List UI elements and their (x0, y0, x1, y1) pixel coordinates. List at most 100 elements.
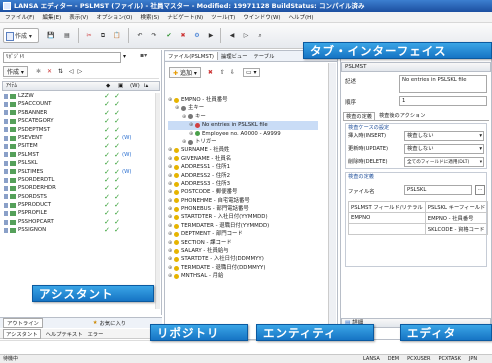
update-select[interactable]: 検査しない ▾ (404, 144, 484, 154)
list-item[interactable]: PSPRODUCT ✓ ✓ (4, 201, 156, 209)
list-item[interactable]: PSLMST ✓ ✓ (W) (4, 151, 156, 159)
list-item[interactable]: PSACCOUNT ✓ ✓ (4, 100, 156, 108)
star-icon[interactable]: ✱ (36, 68, 41, 75)
tree-node[interactable]: ⊕ STARTDTER - 入社日付(YYMMDD) (168, 213, 318, 221)
grid-cell[interactable]: EMPNO - 社員番号 (424, 212, 489, 224)
tree-node[interactable]: ⊕ SURNAME - 社員姓 (168, 146, 318, 154)
expand-icon[interactable] (4, 160, 8, 166)
new-button[interactable]: 作成 ▾ (3, 28, 39, 43)
list-item[interactable]: PSITEM ✓ ✓ (4, 142, 156, 150)
nav-back-icon[interactable]: ◀ (225, 28, 239, 43)
move-down-icon[interactable]: ⇩ (230, 69, 235, 76)
expand-icon[interactable] (4, 219, 8, 225)
redo-icon[interactable]: ↷ (147, 28, 161, 43)
tree-node[interactable]: ⊕ GIVENAME - 社員名 (168, 155, 318, 163)
nav-forward-icon[interactable]: ▷ (239, 28, 253, 43)
tree-node[interactable]: ⊕ PHONEBUS - 部門電話番号 (168, 205, 318, 213)
compile-icon[interactable]: ⚙ (190, 28, 204, 43)
file-name-field[interactable]: PSLSKL (404, 185, 472, 195)
tree-node[interactable]: ⊕ TERMDATE - 退職日付(DDMMYY) (168, 264, 318, 272)
tree-node[interactable]: ⊕ DEPTMENT - 部門コード (168, 230, 318, 238)
vertical-scrollbar[interactable] (155, 93, 160, 309)
list-item[interactable]: PSLTIMES ✓ ✓ (W) (4, 168, 156, 176)
expand-icon[interactable] (4, 110, 8, 116)
forward-icon[interactable]: ▷ (78, 68, 83, 75)
entity-scrollbar[interactable] (328, 63, 336, 339)
repository-new-button[interactable]: 作成 ▾ (3, 66, 28, 77)
insert-select[interactable]: 検査しない ▾ (404, 131, 484, 141)
menu-search[interactable]: 検索(S) (140, 13, 159, 21)
menu-file[interactable]: ファイル(F) (5, 13, 34, 21)
tree-node[interactable]: ⊕ ADDRESS1 - 住所1 (168, 163, 318, 171)
tree-node[interactable]: ⊕ No entries in PSLSKL file (168, 121, 318, 130)
stop-icon[interactable]: ✖ (176, 28, 190, 43)
expand-icon[interactable] (4, 177, 8, 183)
grid-cell[interactable]: PSLSKL キーフィールド (424, 201, 489, 213)
expand-icon[interactable] (4, 227, 8, 233)
save-icon[interactable]: 💾 (44, 28, 58, 43)
editor-tab[interactable]: PSLMST (341, 62, 491, 72)
tree-node[interactable]: ⊕ 主キー (168, 104, 318, 112)
browse-button[interactable]: … (475, 185, 485, 195)
expand-icon[interactable] (4, 102, 8, 108)
tree-node[interactable]: ⊕ トリガー (168, 138, 318, 146)
expand-icon[interactable] (4, 169, 8, 175)
add-button[interactable]: ✚ 追加 ▾ (169, 66, 201, 78)
remove-icon[interactable]: ✖ (208, 69, 213, 76)
expand-icon[interactable] (4, 185, 8, 191)
undo-icon[interactable]: ↶ (133, 28, 147, 43)
tab-table[interactable]: テーブル (251, 52, 278, 60)
list-item[interactable]: PSSHOPCART ✓ ✓ (4, 218, 156, 226)
expand-icon[interactable] (4, 211, 8, 217)
tab-favorites[interactable]: お気に入り (100, 319, 127, 327)
paste-icon[interactable]: 📋 (110, 28, 124, 43)
expand-icon[interactable] (4, 144, 8, 150)
list-item[interactable]: PSORDSTS ✓ ✓ (4, 193, 156, 201)
list-item[interactable]: PSORDERHDR ✓ ✓ (4, 184, 156, 192)
tab-check-definition[interactable]: 検査の定義 (343, 111, 375, 120)
tab-logical-view[interactable]: 論理ビュー (218, 52, 251, 60)
list-item[interactable]: PSEVENT ✓ ✓ (W) (4, 134, 156, 142)
list-item[interactable]: LZZW ✓ ✓ (4, 92, 156, 100)
expand-icon[interactable] (4, 202, 8, 208)
menu-window[interactable]: ウインドウ(W) (243, 13, 280, 21)
grid-cell[interactable]: EMPNO (348, 212, 426, 224)
list-item[interactable]: PSCATEGORY ✓ ✓ (4, 117, 156, 125)
cut-icon[interactable]: ✂ (82, 28, 96, 43)
list-item[interactable]: PSLSKL ✓ ✓ (4, 159, 156, 167)
repository-search-input[interactable]: ﾘﾎﾟｼﾞﾄﾘ (3, 52, 121, 63)
execute-icon[interactable]: ▶ (204, 28, 218, 43)
menu-help[interactable]: ヘルプ(H) (289, 13, 314, 21)
expand-icon[interactable] (4, 118, 8, 124)
tree-node[interactable]: ⊕ TERMDATER - 退職日付(YYMMDD) (168, 222, 318, 230)
move-up-icon[interactable]: ⇧ (220, 69, 225, 76)
tree-node[interactable]: ⊕ ADDRESS2 - 住所2 (168, 172, 318, 180)
list-item[interactable]: PSSIGNON ✓ ✓ (4, 226, 156, 234)
expand-icon[interactable] (4, 135, 8, 141)
list-item[interactable]: PSORDERDTL ✓ ✓ (4, 176, 156, 184)
check-icon[interactable]: ✔ (162, 28, 176, 43)
tab-check-action[interactable]: 検査後のアクション (377, 112, 427, 119)
list-item[interactable]: PSPROFILE ✓ ✓ (4, 209, 156, 217)
memo-field[interactable]: No entries in PSLSKL file (399, 75, 487, 93)
delete-icon[interactable]: ✕ (47, 68, 52, 75)
expand-icon[interactable] (4, 152, 8, 158)
menu-tools[interactable]: ツール(T) (211, 13, 235, 21)
list-item[interactable]: PSDEPTMST ✓ ✓ (4, 126, 156, 134)
menu-view[interactable]: 表示(V) (69, 13, 88, 21)
search-icon[interactable]: ⌕ (253, 28, 267, 43)
menu-edit[interactable]: 編集(E) (42, 13, 61, 21)
tree-node[interactable]: ⊕ MNTHSAL - 月給 (168, 272, 318, 280)
copy-icon[interactable]: ⧉ (96, 28, 110, 43)
grid-cell[interactable]: PSLMST フィールド/リテラル (348, 201, 426, 213)
tree-node[interactable]: ⊕ EMPNO - 社員番号 (168, 96, 318, 104)
move-icon[interactable]: ⇅ (58, 68, 63, 75)
tab-assistant[interactable]: アシスタント (3, 328, 41, 339)
panel-menu-icon[interactable]: ▪▾ (140, 52, 147, 59)
grid-cell[interactable]: SKLCODE - 資格コード (424, 223, 489, 235)
tree-node[interactable]: ⊕ SECTION - 課コード (168, 239, 318, 247)
tab-help-text[interactable]: ヘルプテキスト (46, 330, 83, 338)
expand-icon[interactable] (4, 194, 8, 200)
list-item[interactable]: PSBANNER ✓ ✓ (4, 109, 156, 117)
dropdown-arrow-icon[interactable]: ▾ (123, 53, 126, 60)
